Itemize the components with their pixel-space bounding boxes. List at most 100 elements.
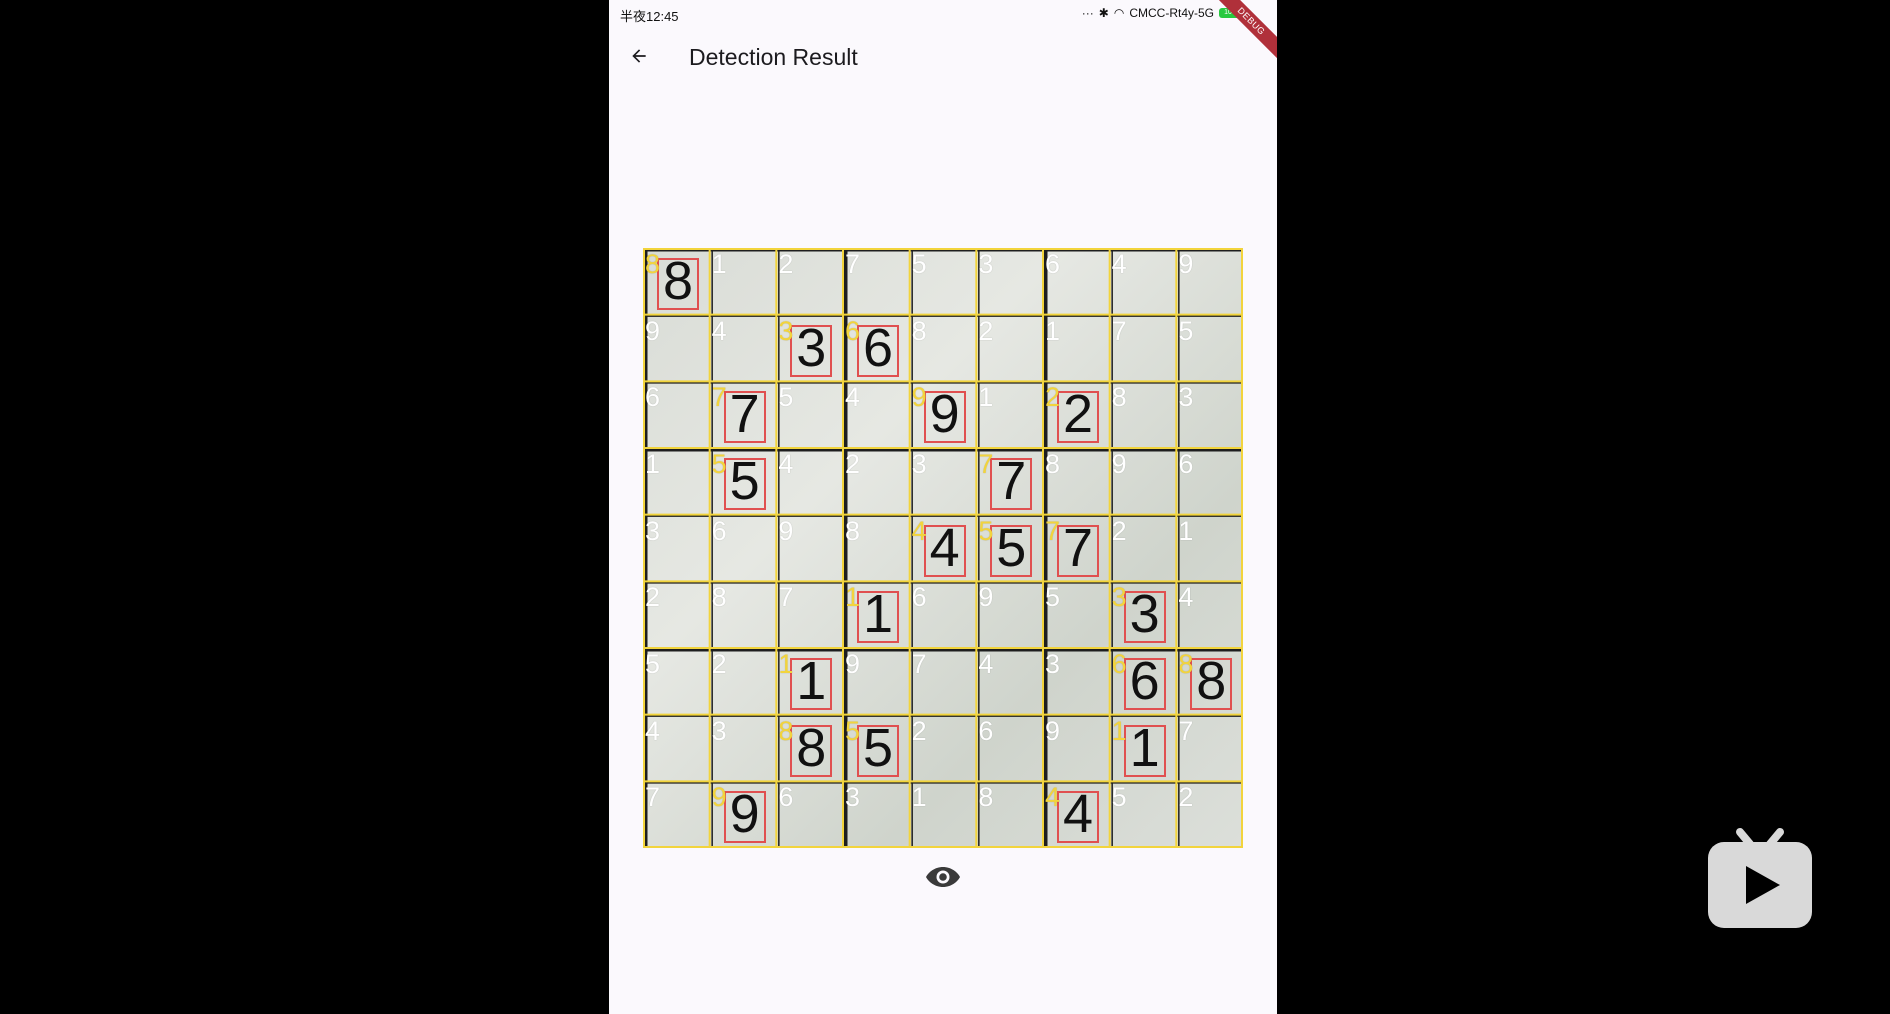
solved-number: 9 [978,582,994,613]
app-bar: Detection Result [609,26,1277,86]
solved-cell: 5 [1043,581,1110,648]
solved-cell: 2 [976,315,1043,382]
solved-number: 2 [778,249,794,279]
solved-number: 5 [1178,315,1194,346]
solved-number: 9 [1111,449,1127,479]
detected-number: 9 [911,382,927,413]
solved-number: 9 [645,315,661,346]
sudoku-detection-board: 8812753649943366821756775499122831554237… [643,248,1243,848]
solved-number: 8 [711,582,727,613]
detected-cell: 55 [710,448,777,515]
solved-number: 1 [711,249,727,279]
phone-screen: 半夜12:45 ··· ✱ ◠ CMCC-Rt4y-5G 100 DEBUG D… [609,0,1277,1014]
detected-number: 5 [711,449,727,479]
solved-cell: 8 [1043,448,1110,515]
detected-cell: 66 [1110,648,1177,715]
digit-bounding-box: 5 [857,721,899,777]
solved-number: 3 [978,249,994,279]
solved-number: 7 [778,582,794,613]
digit-bounding-box: 4 [923,521,966,577]
solved-number: 4 [845,382,861,413]
eye-icon [926,867,960,887]
solved-number: 5 [645,649,661,679]
digit-bounding-box: 9 [723,787,766,844]
detected-cell: 66 [843,315,910,382]
solved-number: 3 [911,449,927,479]
detected-number: 7 [711,382,727,413]
solved-number: 9 [1178,249,1194,279]
detected-cell: 22 [1043,381,1110,448]
digit-bounding-box: 3 [790,321,833,377]
detected-number: 1 [778,649,794,679]
detected-cell: 77 [710,381,777,448]
detected-number: 1 [1111,715,1127,746]
solved-number: 5 [778,382,794,413]
solved-cell: 7 [843,248,910,315]
solved-number: 1 [1045,315,1061,346]
solved-cell: 4 [1176,581,1243,648]
solved-cell: 6 [1176,448,1243,515]
solved-cell: 1 [910,781,977,848]
digit-bounding-box: 5 [723,454,766,510]
solved-cell: 4 [643,715,710,782]
detected-number: 8 [778,715,794,746]
solved-cell: 1 [710,248,777,315]
detected-number: 7 [978,449,994,479]
detected-number: 4 [1045,782,1061,813]
digit-bounding-box: 4 [1057,787,1099,844]
solved-number: 4 [1178,582,1194,613]
solved-number: 2 [845,449,861,479]
solved-cell: 2 [1176,781,1243,848]
solved-number: 7 [1111,315,1127,346]
solved-cell: 7 [910,648,977,715]
detected-number: 2 [1045,382,1061,413]
solved-number: 3 [645,515,661,546]
solved-number: 6 [1045,249,1061,279]
solved-number: 2 [645,582,661,613]
solved-cell: 9 [1176,248,1243,315]
solved-number: 6 [911,582,927,613]
solved-cell: 7 [776,581,843,648]
detected-cell: 55 [976,515,1043,582]
detected-cell: 88 [643,248,710,315]
arrow-back-icon [632,49,646,63]
solved-cell: 6 [643,381,710,448]
detected-cell: 77 [976,448,1043,515]
detected-cell: 11 [776,648,843,715]
video-player-logo[interactable] [1706,826,1814,930]
status-icons: ··· ✱ ◠ CMCC-Rt4y-5G 100 [1082,6,1241,20]
detected-cell: 55 [843,715,910,782]
solved-cell: 4 [776,448,843,515]
toggle-visibility-button[interactable] [923,862,963,892]
solved-cell: 5 [910,248,977,315]
solved-cell: 1 [1043,315,1110,382]
solved-cell: 3 [910,448,977,515]
solved-cell: 5 [776,381,843,448]
solved-number: 3 [1045,649,1061,679]
digit-bounding-box: 7 [990,454,1033,510]
solved-number: 9 [845,649,861,679]
solved-cell: 3 [643,515,710,582]
solved-number: 6 [645,382,661,413]
solved-cell: 8 [910,315,977,382]
digit-bounding-box: 3 [1123,587,1166,644]
solved-cell: 3 [710,715,777,782]
back-button[interactable] [623,40,655,72]
solved-cell: 9 [976,581,1043,648]
solved-cell: 2 [710,648,777,715]
solved-cell: 8 [1110,381,1177,448]
detected-number: 4 [911,515,927,546]
solved-cell: 5 [1110,781,1177,848]
solved-number: 2 [711,649,727,679]
solved-number: 6 [1178,449,1194,479]
solved-number: 6 [778,782,794,813]
digit-bounding-box: 1 [790,654,833,710]
solved-cell: 6 [976,715,1043,782]
solved-number: 7 [645,782,661,813]
detected-cell: 77 [1043,515,1110,582]
solved-number: 6 [711,515,727,546]
detected-number: 3 [1111,582,1127,613]
solved-number: 7 [911,649,927,679]
solved-cell: 9 [643,315,710,382]
solved-number: 3 [845,782,861,813]
